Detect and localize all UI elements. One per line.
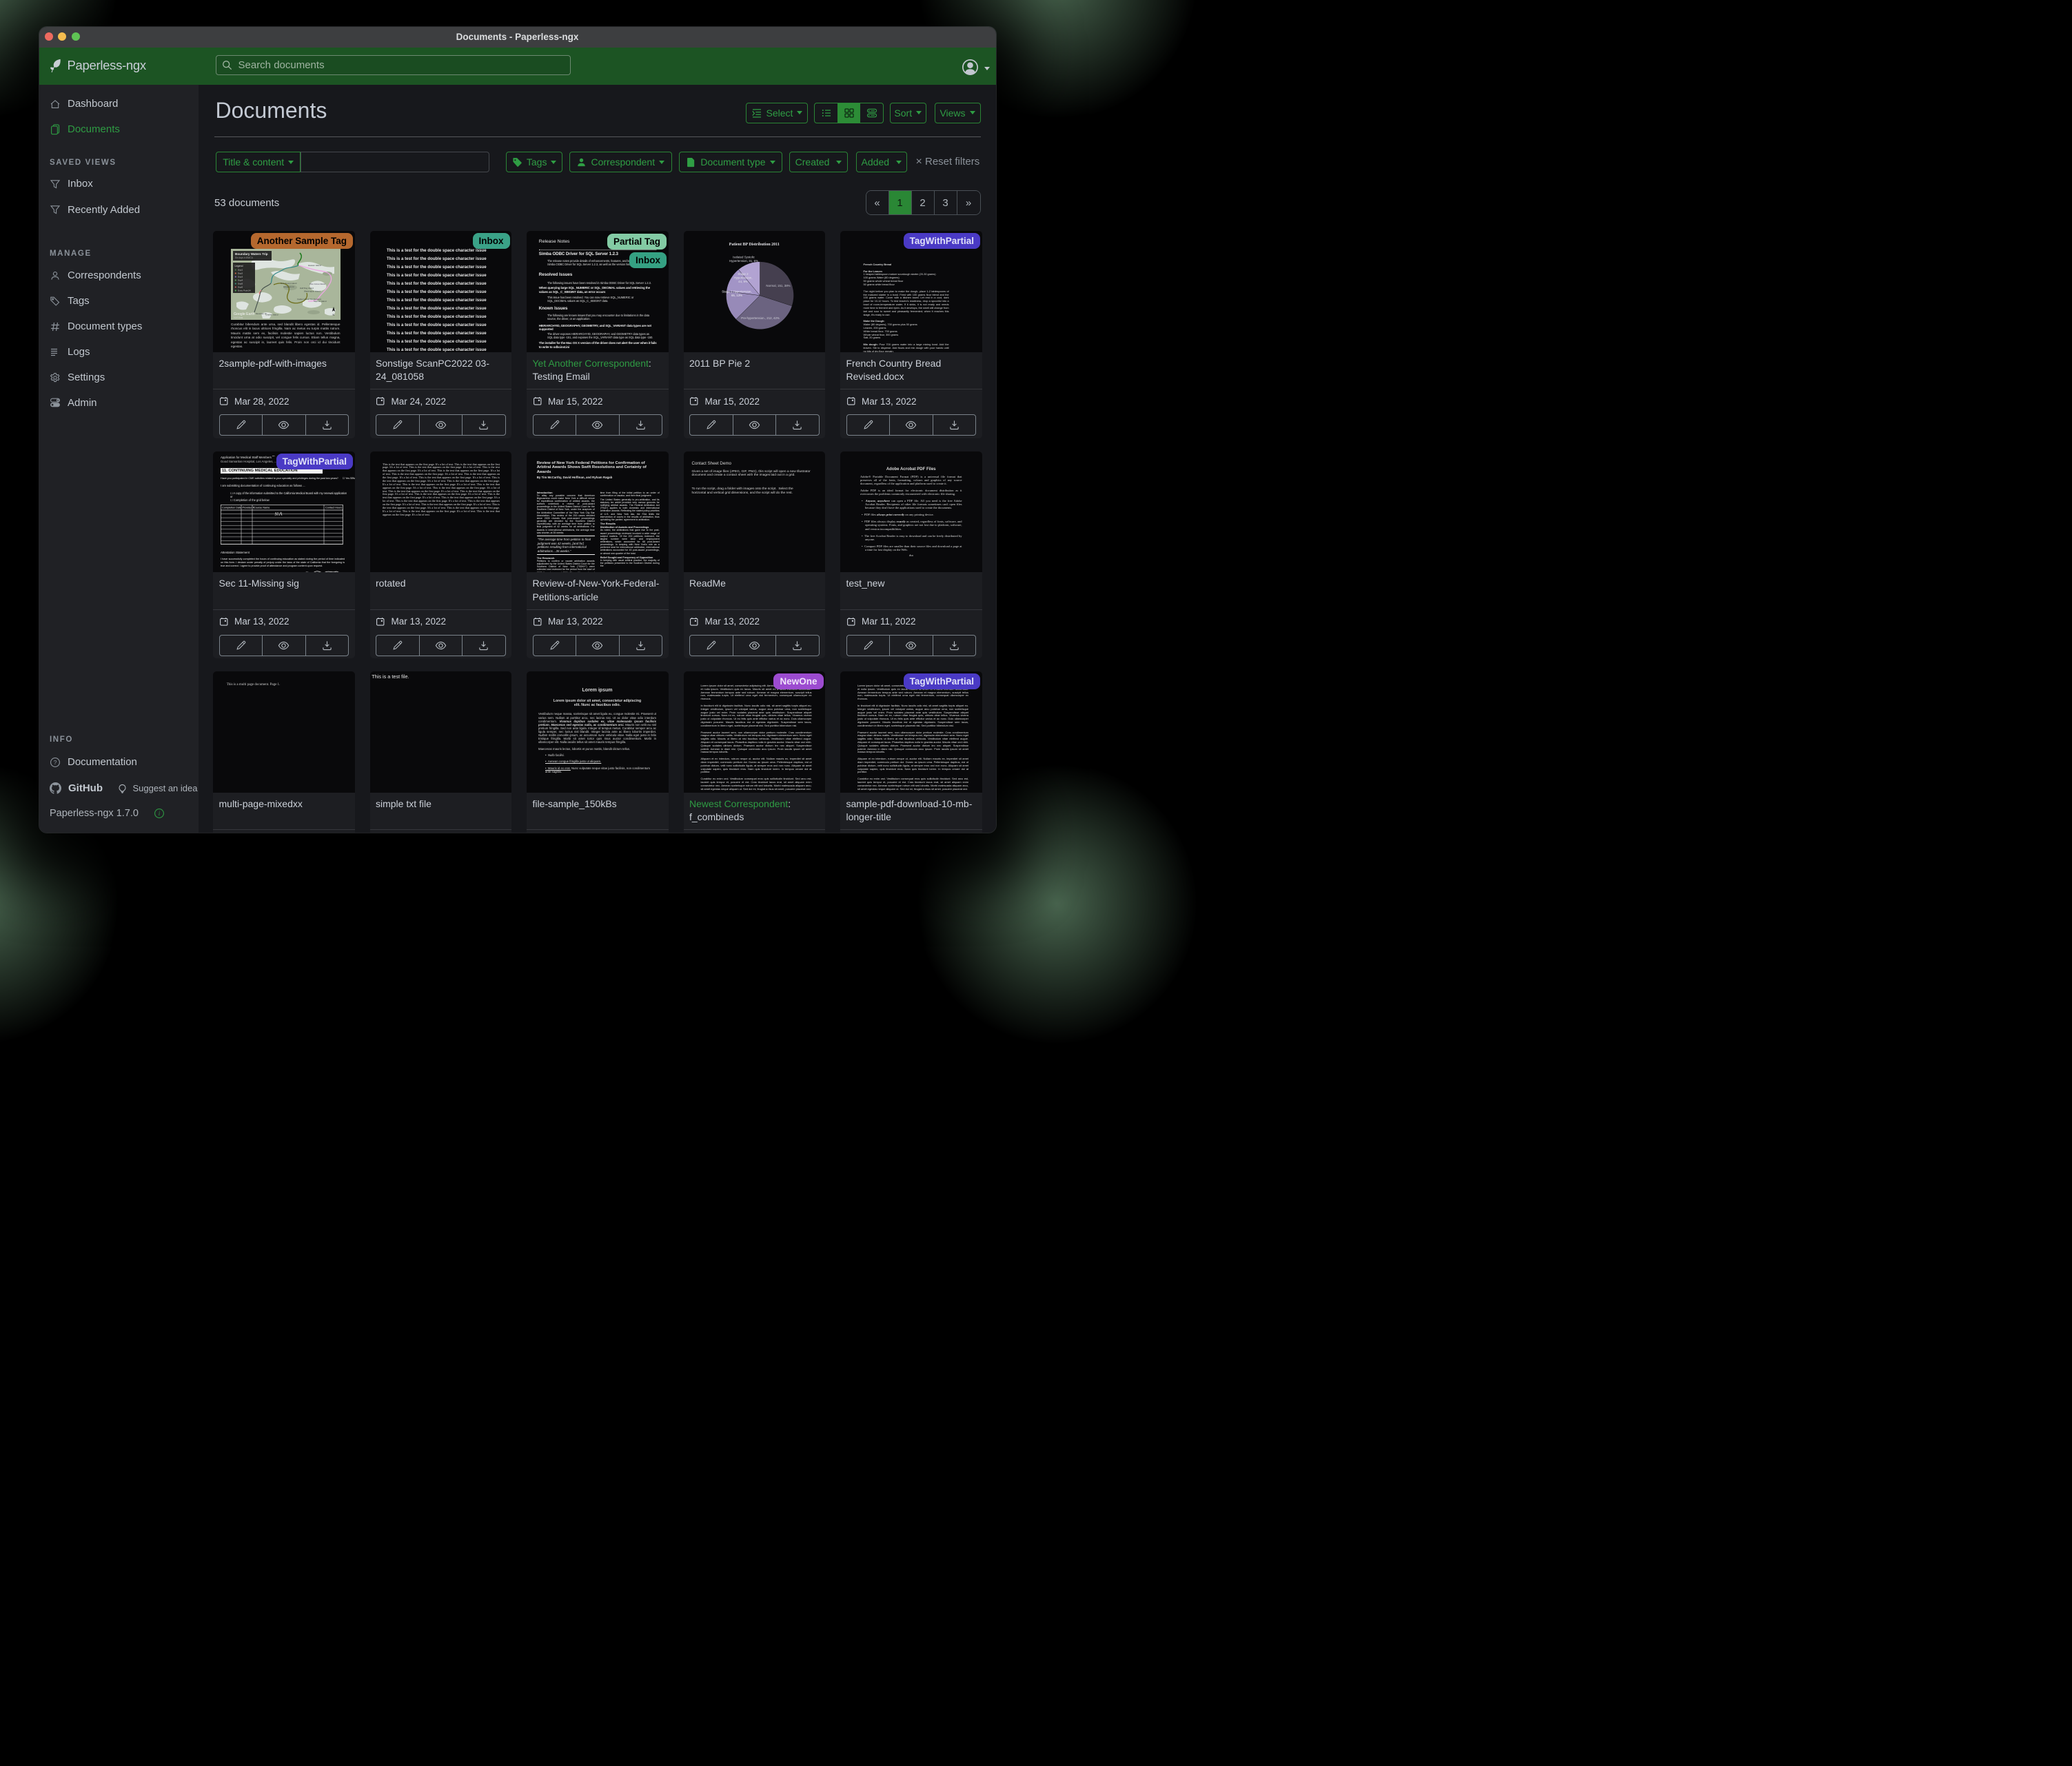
svg-text:Completion Date: Completion Date	[222, 507, 241, 509]
svg-text:Pine Grove Island: Pine Grove Island	[309, 283, 325, 285]
svg-text:N: N	[333, 314, 335, 316]
svg-text:i: i	[159, 810, 161, 817]
svg-text:Provider #: Provider #	[243, 507, 255, 509]
svg-text:Course Name: Course Name	[254, 507, 270, 509]
svg-text:Entry Point34: Entry Point34	[238, 290, 251, 292]
svg-text:Legend: Legend	[235, 265, 243, 267]
svg-text:Gargoyle Isl: Gargoyle Isl	[283, 285, 294, 288]
svg-text:N\A: N\A	[274, 511, 283, 518]
svg-text:?: ?	[54, 759, 57, 766]
svg-text:Charles Island: Charles Island	[265, 314, 278, 316]
svg-text:Six days in BWCA: Six days in BWCA	[235, 256, 254, 259]
svg-text:Washington Island: Washington Island	[304, 290, 321, 293]
svg-text:65, 13%: 65, 13%	[731, 294, 742, 297]
svg-text:A 2x7 Gmap: A 2x7 Gmap	[234, 317, 243, 319]
svg-text:Normal, 151, 38%: Normal, 151, 38%	[766, 284, 790, 287]
svg-text:Contact Hours: Contact Hours	[325, 507, 342, 509]
svg-text:Boundary Waters Trip: Boundary Waters Trip	[235, 252, 268, 256]
svg-text:Day5: Day5	[238, 283, 243, 285]
svg-text:Stage 2: Stage 2	[738, 272, 749, 276]
svg-text:Squirrel Island: Squirrel Island	[314, 300, 327, 303]
svg-text:New Found Island: New Found Island	[281, 282, 297, 285]
svg-text:Google Earth: Google Earth	[234, 312, 255, 316]
svg-text:Day3: Day3	[238, 276, 243, 278]
svg-text:Hypertension,: Hypertension,	[733, 276, 752, 280]
svg-text:Isolated Systolic: Isolated Systolic	[733, 256, 755, 259]
svg-text:Day2: Day2	[238, 272, 243, 275]
svg-text:44, 9%: 44, 9%	[738, 280, 748, 283]
svg-text:Half Dog Island: Half Dog Island	[300, 287, 314, 290]
svg-text:Day6: Day6	[238, 286, 243, 289]
svg-text:Day1: Day1	[238, 269, 243, 272]
svg-text:Day4: Day4	[238, 279, 243, 282]
svg-text:Stage 1 Hypertension,: Stage 1 Hypertension,	[722, 290, 751, 294]
svg-text:Hypertension, 31, 6%: Hypertension, 31, 6%	[729, 259, 758, 263]
svg-text:Hausen Island: Hausen Island	[308, 264, 321, 267]
svg-text:Pre-hypertension., 212, 42%: Pre-hypertension., 212, 42%	[741, 316, 780, 320]
